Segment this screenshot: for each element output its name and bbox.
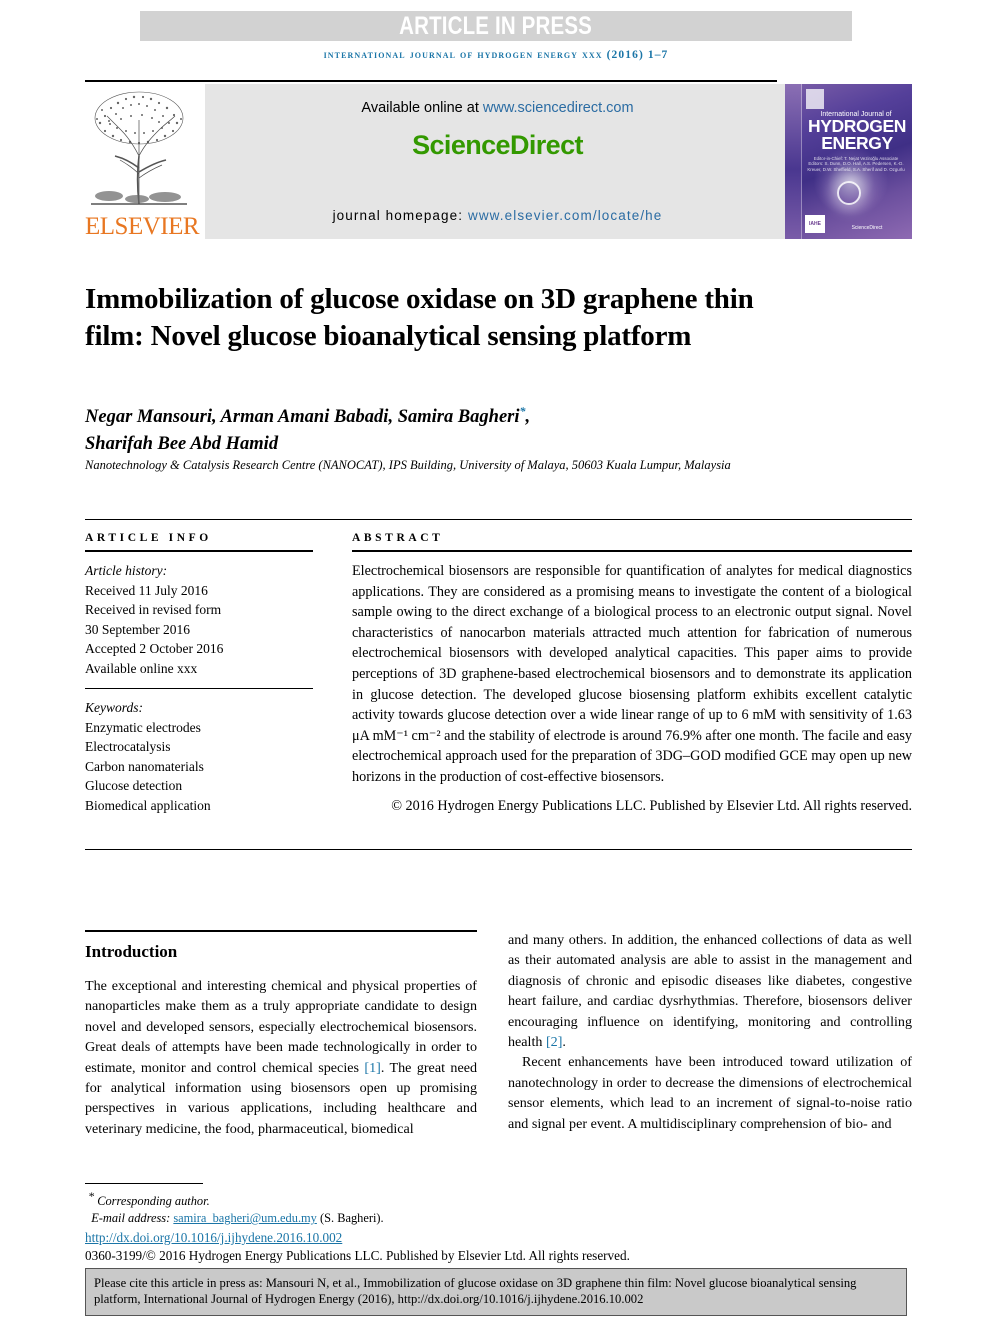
available-online-prefix: Available online at bbox=[361, 100, 483, 116]
abstract-text: Electrochemical biosensors are responsib… bbox=[352, 563, 912, 785]
cover-title-hydrogen-energy: HYDROGEN ENERGY bbox=[806, 117, 908, 153]
header-divider bbox=[85, 80, 777, 82]
issn-copyright-line: 0360-3199/© 2016 Hydrogen Energy Publica… bbox=[85, 1248, 630, 1264]
footnote-asterisk-icon: * bbox=[88, 1189, 95, 1203]
citation-link-1[interactable]: [1] bbox=[364, 1060, 380, 1076]
abstract-section-top-rule bbox=[85, 519, 912, 520]
abstract-section-bottom-rule bbox=[85, 849, 912, 850]
history-item: Available online xxx bbox=[85, 660, 198, 676]
article-history-block: Article history: Received 11 July 2016 R… bbox=[85, 561, 313, 678]
corresponding-author-note: * Corresponding author. bbox=[85, 1188, 495, 1210]
corresponding-author-marker: * bbox=[519, 404, 526, 418]
footnote-rule bbox=[85, 1183, 203, 1184]
elsevier-wordmark: ELSEVIER bbox=[85, 213, 200, 240]
cover-iahe-badge: IAHE bbox=[805, 215, 825, 233]
author-line-1: Negar Mansouri, Arman Amani Babadi, Sami… bbox=[85, 407, 520, 428]
history-item: Accepted 2 October 2016 bbox=[85, 641, 224, 656]
journal-running-head: international journal of hydrogen energy… bbox=[323, 49, 669, 61]
affiliation: Nanotechnology & Catalysis Research Cent… bbox=[85, 458, 731, 472]
introduction-heading: Introduction bbox=[85, 942, 178, 961]
keyword-item: Biomedical application bbox=[85, 797, 211, 813]
history-item: Received 11 July 2016 bbox=[85, 582, 208, 598]
elsevier-tree-icon bbox=[87, 86, 191, 208]
sciencedirect-link[interactable]: www.sciencedirect.com bbox=[483, 100, 634, 116]
cite-this-article-text: Please cite this article in press as: Ma… bbox=[94, 1276, 857, 1306]
journal-homepage-link[interactable]: www.elsevier.com/locate/he bbox=[468, 208, 662, 223]
elsevier-logo: ELSEVIER bbox=[85, 84, 200, 240]
doi-link-wrapper: http://dx.doi.org/10.1016/j.ijhydene.201… bbox=[85, 1229, 495, 1247]
body-column-right: and many others. In addition, the enhanc… bbox=[508, 930, 912, 1134]
keyword-item: Enzymatic electrodes bbox=[85, 719, 201, 735]
right-paragraph-1: and many others. In addition, the enhanc… bbox=[508, 930, 912, 1052]
citation-link-2[interactable]: [2] bbox=[546, 1034, 562, 1050]
email-note: E-mail address: samira_bagheri@um.edu.my… bbox=[85, 1210, 495, 1227]
article-in-press-banner: ARTICLE IN PRESS bbox=[140, 11, 852, 41]
article-in-press-label: ARTICLE IN PRESS bbox=[399, 11, 593, 40]
cover-title-line3: ENERGY bbox=[821, 133, 893, 153]
sciencedirect-banner: Available online at www.sciencedirect.co… bbox=[205, 84, 790, 239]
cover-spine bbox=[785, 84, 802, 239]
sciencedirect-logo: ScienceDirect bbox=[412, 130, 583, 160]
article-info-column: ARTICLE INFO Article history: Received 1… bbox=[85, 532, 313, 815]
body-column-left: Introduction The exceptional and interes… bbox=[85, 930, 477, 1139]
cover-elsevier-mark-icon bbox=[806, 89, 824, 109]
email-link[interactable]: samira_bagheri@um.edu.my bbox=[173, 1211, 317, 1225]
introduction-rule bbox=[85, 930, 477, 932]
cover-ring-graphic bbox=[837, 181, 861, 205]
abstract-copyright: © 2016 Hydrogen Energy Publications LLC.… bbox=[391, 797, 912, 814]
journal-header: ELSEVIER Available online at www.science… bbox=[85, 84, 912, 239]
email-label: E-mail address: bbox=[91, 1211, 174, 1226]
right-paragraph-2: Recent enhancements have been introduced… bbox=[508, 1054, 912, 1132]
keyword-item: Carbon nanomaterials bbox=[85, 758, 204, 774]
keywords-label: Keywords: bbox=[85, 700, 143, 715]
keyword-item: Glucose detection bbox=[85, 778, 183, 793]
article-info-rule bbox=[85, 550, 313, 552]
keyword-item: Electrocatalysis bbox=[85, 739, 171, 754]
keywords-block: Keywords: Enzymatic electrodes Electroca… bbox=[85, 698, 313, 815]
introduction-paragraph: The exceptional and interesting chemical… bbox=[85, 976, 477, 1139]
keywords-divider bbox=[85, 688, 313, 689]
author-line-2: Sharifah Bee Abd Hamid bbox=[85, 434, 279, 455]
cover-sciencedirect-label: ScienceDirect bbox=[851, 225, 883, 231]
footnote-block: * Corresponding author. E-mail address: … bbox=[85, 1183, 630, 1265]
journal-homepage-prefix: journal homepage: bbox=[332, 208, 468, 223]
right-text-part1: and many others. In addition, the enhanc… bbox=[508, 932, 912, 1051]
cite-this-article-box: Please cite this article in press as: Ma… bbox=[85, 1268, 907, 1316]
doi-link[interactable]: http://dx.doi.org/10.1016/j.ijhydene.201… bbox=[85, 1230, 342, 1245]
article-history-label: Article history: bbox=[85, 563, 168, 578]
abstract-rule bbox=[352, 550, 912, 552]
journal-homepage-text: journal homepage: www.elsevier.com/locat… bbox=[205, 208, 790, 223]
article-info-heading: ARTICLE INFO bbox=[85, 532, 212, 544]
cover-editors: Editor-in-Chief: T. Nejat Veziroğlu Asso… bbox=[807, 156, 905, 172]
corresponding-author-text: Corresponding author. bbox=[97, 1194, 210, 1209]
history-item: Received in revised form bbox=[85, 602, 222, 617]
right-text-part2: . bbox=[562, 1034, 566, 1051]
email-suffix: (S. Bagheri). bbox=[316, 1211, 384, 1226]
journal-cover-thumbnail: International Journal of HYDROGEN ENERGY… bbox=[785, 84, 912, 239]
journal-article-page: ARTICLE IN PRESS international journal o… bbox=[0, 0, 992, 1323]
abstract-column: ABSTRACT Electrochemical biosensors are … bbox=[352, 532, 912, 816]
abstract-heading: ABSTRACT bbox=[352, 532, 444, 544]
page-title: Immobilization of glucose oxidase on 3D … bbox=[85, 283, 754, 353]
available-online-text: Available online at www.sciencedirect.co… bbox=[205, 100, 790, 116]
history-item: 30 September 2016 bbox=[85, 621, 190, 637]
author-list: Negar Mansouri, Arman Amani Babadi, Sami… bbox=[85, 404, 531, 455]
